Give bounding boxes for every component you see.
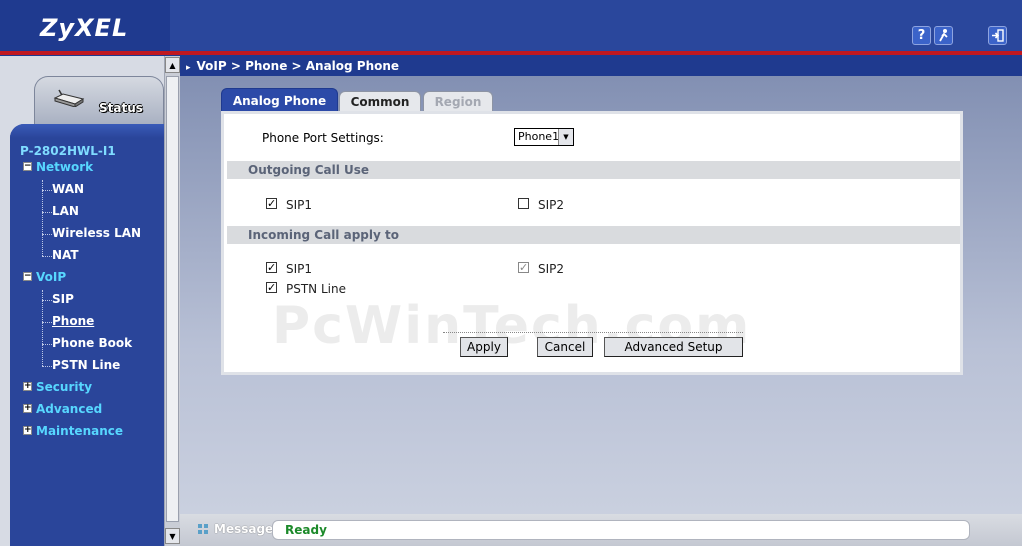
message-label: Message xyxy=(214,522,274,536)
nav-phone-book[interactable]: Phone Book xyxy=(52,336,132,350)
nav-maintenance[interactable]: Maintenance xyxy=(36,424,123,438)
tree-tick xyxy=(42,212,52,213)
sidebar: Status P-2802HWL-I1 − Network WAN LAN Wi… xyxy=(0,56,164,546)
message-dots-icon xyxy=(198,524,208,534)
scroll-thumb[interactable] xyxy=(166,76,179,522)
nav-network[interactable]: Network xyxy=(36,160,93,174)
incoming-sip1-checkbox[interactable]: ✓ xyxy=(266,262,277,273)
incoming-sip2-checkbox: ✓ xyxy=(518,261,529,274)
wizard-icon[interactable] xyxy=(934,26,953,45)
message-bar: Message Ready xyxy=(180,514,1022,546)
chevron-down-icon[interactable]: ▼ xyxy=(558,129,573,145)
nav-advanced[interactable]: Advanced xyxy=(36,402,102,416)
button-divider xyxy=(443,332,743,333)
header-shade xyxy=(170,0,1022,52)
tree-line-network xyxy=(42,180,43,256)
outgoing-sip1-label: SIP1 xyxy=(286,198,313,212)
nav-sip[interactable]: SIP xyxy=(52,292,74,306)
router-icon xyxy=(53,89,85,107)
status-label[interactable]: Status xyxy=(99,101,143,115)
nav-panel xyxy=(10,124,164,546)
nav-phone[interactable]: Phone xyxy=(52,314,94,328)
tree-tick xyxy=(42,300,52,301)
nav-lan[interactable]: LAN xyxy=(52,204,79,218)
sidebar-scrollbar[interactable]: ▲ ▼ xyxy=(164,56,180,546)
zyxel-logo: ZyXEL xyxy=(40,14,129,42)
nav-wireless-lan[interactable]: Wireless LAN xyxy=(52,226,141,240)
scroll-down-icon[interactable]: ▼ xyxy=(165,528,180,544)
outgoing-sip2-checkbox[interactable] xyxy=(518,198,529,209)
tab-region: Region xyxy=(423,91,493,112)
status-tab[interactable]: Status xyxy=(34,76,164,124)
phone-port-label: Phone Port Settings: xyxy=(262,131,384,145)
header-red-line xyxy=(0,51,1022,55)
scroll-up-icon[interactable]: ▲ xyxy=(165,57,180,73)
phone-port-select[interactable]: Phone1 ▼ xyxy=(514,128,574,146)
tree-tick xyxy=(42,190,52,191)
message-field: Ready xyxy=(272,520,970,540)
incoming-heading: Incoming Call apply to xyxy=(227,226,960,244)
outgoing-sip2-label: SIP2 xyxy=(538,198,565,212)
tree-tick xyxy=(42,234,52,235)
nav-security[interactable]: Security xyxy=(36,380,92,394)
breadcrumb: ▸ VoIP > Phone > Analog Phone xyxy=(180,56,1022,76)
incoming-sip1-label: SIP1 xyxy=(286,262,313,276)
tree-tick xyxy=(42,322,52,323)
tree-line-voip xyxy=(42,290,43,366)
tree-tick xyxy=(42,256,52,257)
nav-wan[interactable]: WAN xyxy=(52,182,84,196)
incoming-pstn-checkbox[interactable]: ✓ xyxy=(266,282,277,293)
main-content: ▸ VoIP > Phone > Analog Phone Analog Phon… xyxy=(180,56,1022,546)
apply-button[interactable]: Apply xyxy=(460,337,508,357)
cancel-button[interactable]: Cancel xyxy=(537,337,593,357)
collapse-network-icon[interactable]: − xyxy=(23,162,32,171)
model-name[interactable]: P-2802HWL-I1 xyxy=(20,144,116,158)
tab-analog-phone[interactable]: Analog Phone xyxy=(221,88,338,112)
nav-nat[interactable]: NAT xyxy=(52,248,79,262)
logout-icon[interactable] xyxy=(988,26,1007,45)
header-bar: ZyXEL ? xyxy=(0,0,1022,56)
help-icon[interactable]: ? xyxy=(912,26,931,45)
tree-tick xyxy=(42,366,52,367)
phone-port-value: Phone1 xyxy=(518,130,560,143)
collapse-voip-icon[interactable]: − xyxy=(23,272,32,281)
expand-maintenance-icon[interactable]: + xyxy=(23,426,32,435)
outgoing-sip1-checkbox[interactable]: ✓ xyxy=(266,198,277,209)
advanced-setup-button[interactable]: Advanced Setup xyxy=(604,337,743,357)
breadcrumb-text: VoIP > Phone > Analog Phone xyxy=(196,59,400,73)
expand-security-icon[interactable]: + xyxy=(23,382,32,391)
tab-common[interactable]: Common xyxy=(339,91,421,112)
tree-tick xyxy=(42,344,52,345)
incoming-pstn-label: PSTN Line xyxy=(286,282,346,296)
settings-panel: Phone Port Settings: Phone1 ▼ Outgoing C… xyxy=(221,111,963,375)
nav-pstn-line[interactable]: PSTN Line xyxy=(52,358,120,372)
nav-voip[interactable]: VoIP xyxy=(36,270,66,284)
breadcrumb-arrow-icon: ▸ xyxy=(186,63,191,73)
incoming-sip2-label: SIP2 xyxy=(538,262,565,276)
expand-advanced-icon[interactable]: + xyxy=(23,404,32,413)
nav-panel-top xyxy=(10,124,164,138)
outgoing-heading: Outgoing Call Use xyxy=(227,161,960,179)
